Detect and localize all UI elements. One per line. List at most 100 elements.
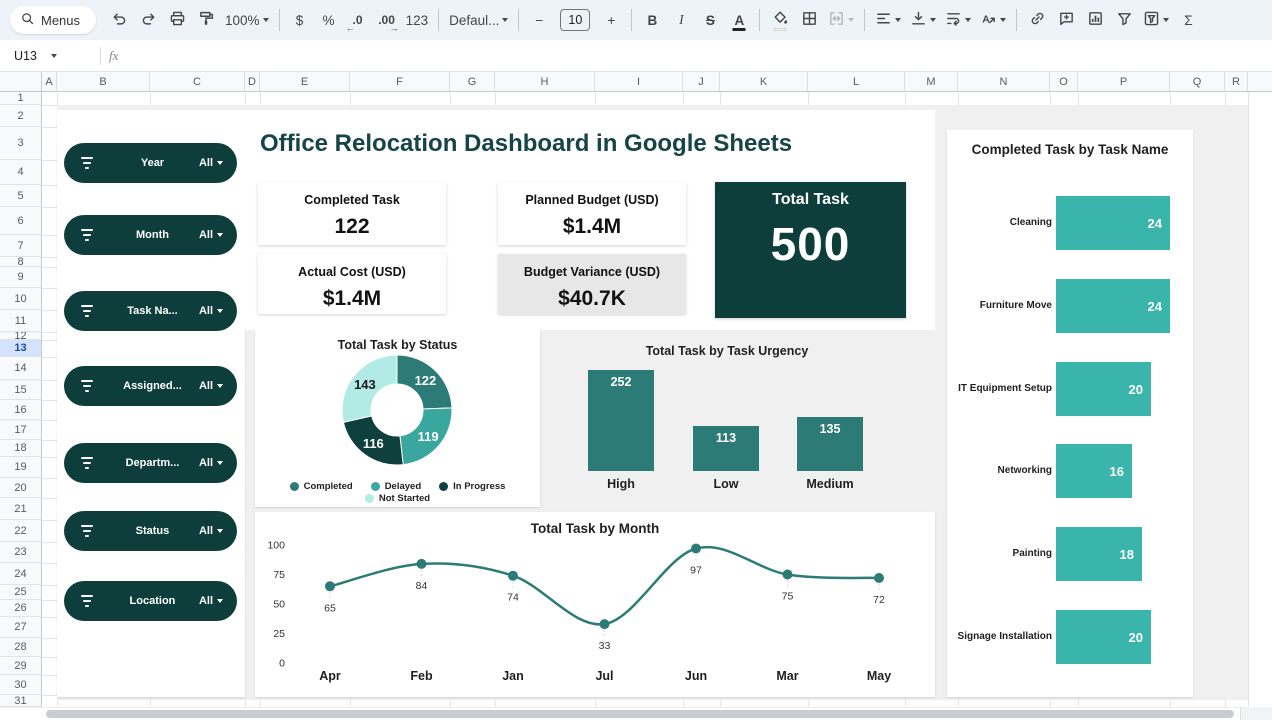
kpi-card-completed-task[interactable]: Completed Task122: [258, 182, 446, 245]
column-header-B[interactable]: B: [57, 72, 150, 91]
font-size-button[interactable]: 10: [554, 6, 596, 34]
column-header-J[interactable]: J: [683, 72, 720, 91]
horizontal-scrollbar[interactable]: [0, 707, 1272, 719]
column-header-N[interactable]: N: [958, 72, 1050, 91]
functions-button[interactable]: Σ: [1174, 6, 1202, 34]
column-header-P[interactable]: P: [1078, 72, 1170, 91]
row-header-22[interactable]: 22: [0, 520, 42, 542]
column-header-F[interactable]: F: [350, 72, 450, 91]
row-header-2[interactable]: 2: [0, 105, 42, 127]
row-header-10[interactable]: 10: [0, 288, 42, 310]
column-header-K[interactable]: K: [720, 72, 808, 91]
kpi-card-planned-budget[interactable]: Planned Budget (USD)$1.4M: [498, 182, 686, 245]
kpi-card-budget-variance[interactable]: Budget Variance (USD)$40.7K: [498, 254, 686, 314]
strikethrough-button[interactable]: S: [696, 6, 724, 34]
row-header-28[interactable]: 28: [0, 638, 42, 657]
column-header-M[interactable]: M: [905, 72, 958, 91]
column-header-A[interactable]: A: [42, 72, 57, 91]
sheet-grid[interactable]: YearAll MonthAll Task Na...All Assigned...A…: [42, 92, 1272, 707]
chart-completed-task-by-task-name[interactable]: Completed Task by Task Name 24Cleaning24…: [947, 130, 1193, 697]
column-header-C[interactable]: C: [150, 72, 245, 91]
slicer-location[interactable]: LocationAll: [64, 581, 237, 621]
text-color-button[interactable]: A: [725, 6, 753, 34]
currency-format-button[interactable]: $: [286, 6, 314, 34]
row-header-31[interactable]: 31: [0, 695, 42, 707]
row-header-7[interactable]: 7: [0, 235, 42, 257]
number-format-button[interactable]: 123: [402, 6, 433, 34]
row-header-14[interactable]: 14: [0, 357, 42, 380]
horizontal-align-button[interactable]: [871, 6, 905, 34]
increase-decimal-button[interactable]: .00→: [373, 6, 401, 34]
total-task-card[interactable]: Total Task 500: [715, 182, 906, 318]
row-header-24[interactable]: 24: [0, 563, 42, 585]
row-header-15[interactable]: 15: [0, 380, 42, 400]
row-header-20[interactable]: 20: [0, 478, 42, 498]
filter-views-button[interactable]: [1139, 6, 1173, 34]
row-header-27[interactable]: 27: [0, 617, 42, 638]
italic-button[interactable]: I: [667, 6, 695, 34]
undo-button[interactable]: [105, 6, 133, 34]
bold-button[interactable]: B: [638, 6, 666, 34]
column-header-H[interactable]: H: [495, 72, 595, 91]
select-all-corner[interactable]: [0, 72, 42, 92]
chart-total-task-by-month[interactable]: Total Task by Month 100755025065Apr84Feb…: [255, 512, 935, 697]
row-header-23[interactable]: 23: [0, 542, 42, 563]
row-header-8[interactable]: 8: [0, 257, 42, 267]
horizontal-scrollbar-thumb[interactable]: [46, 710, 1234, 718]
insert-link-button[interactable]: [1023, 6, 1051, 34]
row-header-5[interactable]: 5: [0, 185, 42, 207]
row-header-9[interactable]: 9: [0, 267, 42, 288]
name-box[interactable]: U13: [0, 40, 92, 71]
row-header-25[interactable]: 25: [0, 585, 42, 600]
insert-chart-button[interactable]: [1081, 6, 1109, 34]
decrease-decimal-button[interactable]: .0←: [344, 6, 372, 34]
row-header-6[interactable]: 6: [0, 207, 42, 235]
column-header-D[interactable]: D: [245, 72, 260, 91]
column-header-R[interactable]: R: [1225, 72, 1248, 91]
slicer-month[interactable]: MonthAll: [64, 215, 237, 255]
zoom-button[interactable]: 100%: [221, 6, 273, 34]
insert-comment-button[interactable]: [1052, 6, 1080, 34]
redo-button[interactable]: [134, 6, 162, 34]
row-header-17[interactable]: 17: [0, 420, 42, 440]
font-family-button[interactable]: Defaul...: [445, 6, 512, 34]
row-header-19[interactable]: 19: [0, 457, 42, 478]
row-header-4[interactable]: 4: [0, 160, 42, 185]
slicer-year[interactable]: YearAll: [64, 143, 237, 183]
decrease-font-size-button[interactable]: −: [525, 6, 553, 34]
slicer-department[interactable]: Departm...All: [64, 443, 237, 483]
column-header-Q[interactable]: Q: [1170, 72, 1225, 91]
vertical-align-button[interactable]: [906, 6, 940, 34]
column-header-L[interactable]: L: [808, 72, 905, 91]
row-header-13[interactable]: 13: [0, 340, 42, 357]
column-header-I[interactable]: I: [595, 72, 683, 91]
chart-total-task-by-status[interactable]: Total Task by Status 122119116143 Comple…: [255, 330, 540, 507]
row-header-12[interactable]: 12: [0, 332, 42, 340]
row-header-16[interactable]: 16: [0, 400, 42, 420]
print-button[interactable]: [163, 6, 191, 34]
row-header-18[interactable]: 18: [0, 440, 42, 457]
increase-font-size-button[interactable]: +: [597, 6, 625, 34]
percent-format-button[interactable]: %: [315, 6, 343, 34]
fill-color-button[interactable]: [766, 6, 794, 34]
row-header-11[interactable]: 11: [0, 310, 42, 332]
text-rotation-button[interactable]: A: [976, 6, 1010, 34]
column-header-G[interactable]: G: [450, 72, 495, 91]
formula-input[interactable]: [128, 40, 1272, 71]
slicer-status[interactable]: StatusAll: [64, 511, 237, 551]
column-header-E[interactable]: E: [260, 72, 350, 91]
menus-button[interactable]: Menus: [10, 6, 96, 34]
slicer-assigned-to[interactable]: Assigned...All: [64, 366, 237, 406]
text-wrap-button[interactable]: [941, 6, 975, 34]
column-header-O[interactable]: O: [1050, 72, 1078, 91]
row-header-21[interactable]: 21: [0, 498, 42, 520]
row-header-3[interactable]: 3: [0, 127, 42, 160]
slicer-task-name[interactable]: Task Na...All: [64, 291, 237, 331]
borders-button[interactable]: [795, 6, 823, 34]
create-filter-button[interactable]: [1110, 6, 1138, 34]
row-header-1[interactable]: 1: [0, 92, 42, 105]
row-header-26[interactable]: 26: [0, 600, 42, 617]
row-header-30[interactable]: 30: [0, 675, 42, 695]
kpi-card-actual-cost[interactable]: Actual Cost (USD)$1.4M: [258, 254, 446, 314]
paint-format-button[interactable]: [192, 6, 220, 34]
